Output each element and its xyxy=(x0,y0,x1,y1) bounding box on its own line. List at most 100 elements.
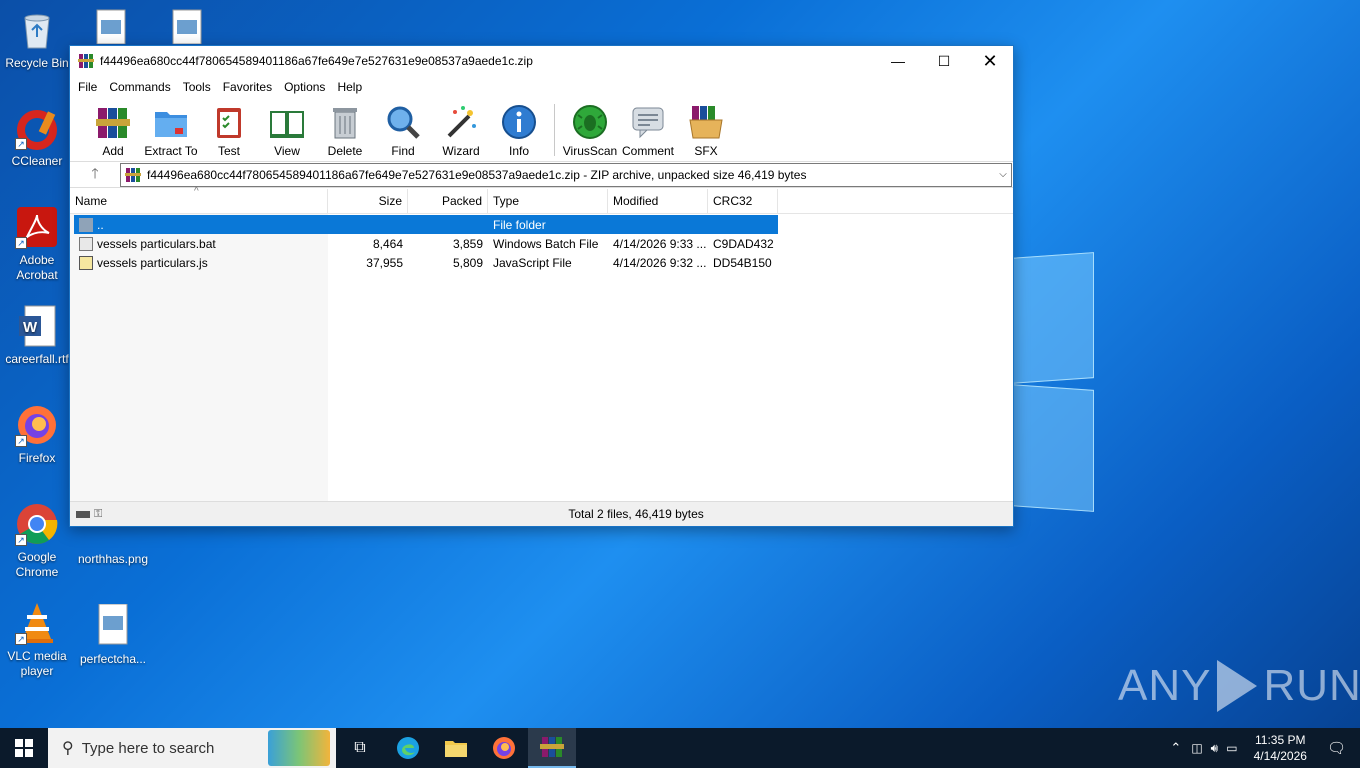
maximize-button[interactable]: ☐ xyxy=(921,46,967,76)
volume-icon[interactable]: 🔊︎ xyxy=(1207,741,1223,756)
desktop-icon-label: CCleaner xyxy=(11,154,63,168)
desktop-icon-vlc[interactable]: ↗ VLC media player xyxy=(0,601,74,679)
clock[interactable]: 11:35 PM 4/14/2026 xyxy=(1242,732,1319,764)
info-icon xyxy=(501,104,537,140)
view-book-icon xyxy=(269,104,305,140)
desktop-icon-northhas[interactable]: northhas.png xyxy=(76,530,150,567)
anyrun-watermark: ANY RUN xyxy=(1118,660,1360,712)
column-crc32[interactable]: CRC32 xyxy=(708,188,778,214)
file-list-header: Name ^ Size Packed Type Modified CRC32 xyxy=(70,186,1013,214)
sfx-label: SFX xyxy=(694,144,718,158)
meet-now-icon[interactable]: ◫ xyxy=(1187,741,1206,755)
taskbar-search-box[interactable]: ⚲ Type here to search xyxy=(48,728,336,768)
add-button[interactable]: Add xyxy=(84,104,142,158)
edge-taskbar-button[interactable] xyxy=(384,728,432,768)
up-arrow-icon[interactable]: 🡑 xyxy=(70,163,120,187)
column-modified-label: Modified xyxy=(613,194,659,208)
clock-date: 4/14/2026 xyxy=(1253,749,1307,763)
desktop-icon-label: VLC media player xyxy=(7,649,67,678)
image-file-icon xyxy=(91,603,135,648)
file-explorer-taskbar-button[interactable] xyxy=(432,728,480,768)
search-highlight-image-icon xyxy=(268,730,330,766)
task-view-button[interactable]: ⧉ xyxy=(336,728,384,768)
file-list: Name ^ Size Packed Type Modified CRC32 .… xyxy=(70,186,1013,501)
sfx-button[interactable]: SFX xyxy=(677,104,735,158)
clock-time: 11:35 PM xyxy=(1255,733,1306,747)
view-button[interactable]: View xyxy=(258,104,316,158)
column-name-label: Name xyxy=(75,194,108,208)
column-size[interactable]: Size xyxy=(328,188,408,214)
info-button[interactable]: Info xyxy=(490,104,548,158)
desktop-icon-perfectcha[interactable]: perfectcha... xyxy=(76,603,150,667)
add-label: Add xyxy=(102,144,124,158)
column-size-label: Size xyxy=(378,194,402,208)
row-packed: 5,809 xyxy=(452,255,483,270)
desktop-icon-firefox[interactable]: ↗ Firefox xyxy=(0,403,74,466)
menu-commands[interactable]: Commands xyxy=(103,80,176,94)
virusscan-button[interactable]: VirusScan xyxy=(561,104,619,158)
extract-to-button[interactable]: Extract To xyxy=(142,104,200,158)
firefox-icon xyxy=(493,737,515,759)
archive-path-field[interactable]: f44496ea680cc44f780654589401186a67fe649e… xyxy=(120,162,1012,187)
archive-path-text: f44496ea680cc44f780654589401186a67fe649e… xyxy=(147,167,807,182)
menu-options[interactable]: Options xyxy=(278,80,331,94)
network-icon[interactable]: ▭ xyxy=(1222,741,1241,755)
chevron-down-icon[interactable]: ⌵ xyxy=(995,169,1011,180)
column-name[interactable]: Name ^ xyxy=(70,186,328,214)
close-button[interactable]: ✕ xyxy=(967,46,1013,76)
acrobat-icon: ↗ xyxy=(15,205,59,249)
table-row[interactable]: vessels particulars.js 37,955 5,809 Java… xyxy=(74,253,778,272)
desktop-icon-careerfall[interactable]: W careerfall.rtf xyxy=(0,304,74,367)
magnifier-icon xyxy=(385,104,421,140)
watermark-run: RUN xyxy=(1263,661,1360,710)
archive-icon xyxy=(125,167,141,183)
column-type[interactable]: Type xyxy=(488,188,608,214)
notification-icon[interactable]: 🗨︎ xyxy=(1319,739,1360,757)
row-size: 8,464 xyxy=(372,236,403,251)
desktop-icon-adobe-acrobat[interactable]: ↗ Adobe Acrobat xyxy=(0,205,74,283)
desktop-icon-google-chrome[interactable]: ↗ Google Chrome xyxy=(0,502,74,580)
windows-logo-icon xyxy=(15,739,33,757)
row-modified: 4/14/2026 9:32 ... xyxy=(613,255,707,270)
column-packed[interactable]: Packed xyxy=(408,188,488,214)
column-modified[interactable]: Modified xyxy=(608,188,708,214)
firefox-taskbar-button[interactable] xyxy=(480,728,528,768)
vlc-icon: ↗ xyxy=(15,601,59,645)
find-button[interactable]: Find xyxy=(374,104,432,158)
minimize-button[interactable]: — xyxy=(875,46,921,76)
menu-help[interactable]: Help xyxy=(331,80,368,94)
row-name: vessels particulars.bat xyxy=(97,236,216,251)
toolbar-separator xyxy=(554,104,555,156)
menu-tools[interactable]: Tools xyxy=(177,80,217,94)
row-crc: DD54B150 xyxy=(713,255,772,270)
task-view-icon: ⧉ xyxy=(354,739,366,756)
delete-button[interactable]: Delete xyxy=(316,104,374,158)
desktop-icon-ccleaner[interactable]: ↗ CCleaner xyxy=(0,106,74,169)
comment-icon xyxy=(630,104,666,140)
wizard-label: Wizard xyxy=(442,144,480,158)
start-button[interactable] xyxy=(0,728,48,768)
batch-file-icon xyxy=(79,236,93,251)
row-packed: 3,859 xyxy=(452,236,483,251)
drive-icon[interactable] xyxy=(76,510,90,518)
shortcut-arrow-icon: ↗ xyxy=(15,633,27,645)
table-row[interactable]: vessels particulars.bat 8,464 3,859 Wind… xyxy=(74,234,778,253)
test-button[interactable]: Test xyxy=(200,104,258,158)
info-label: Info xyxy=(508,144,529,158)
shortcut-arrow-icon: ↗ xyxy=(15,534,27,546)
title-bar[interactable]: f44496ea680cc44f780654589401186a67fe649e… xyxy=(70,46,1013,76)
desktop-icon-recycle-bin[interactable]: Recycle Bin xyxy=(0,8,74,71)
comment-button[interactable]: Comment xyxy=(619,104,677,158)
chevron-up-icon[interactable]: ⌃ xyxy=(1164,740,1187,756)
menu-favorites[interactable]: Favorites xyxy=(217,80,278,94)
wallpaper-windows-logo xyxy=(1010,252,1100,515)
winrar-taskbar-button[interactable] xyxy=(528,728,576,768)
wand-icon xyxy=(443,104,479,140)
key-icon[interactable]: ⚿ xyxy=(94,508,102,521)
row-size: 37,955 xyxy=(366,255,403,270)
wizard-button[interactable]: Wizard xyxy=(432,104,490,158)
edge-icon xyxy=(397,737,419,759)
menu-file[interactable]: File xyxy=(72,80,103,94)
table-row[interactable]: .. File folder xyxy=(74,215,778,234)
column-crc32-label: CRC32 xyxy=(713,194,753,208)
